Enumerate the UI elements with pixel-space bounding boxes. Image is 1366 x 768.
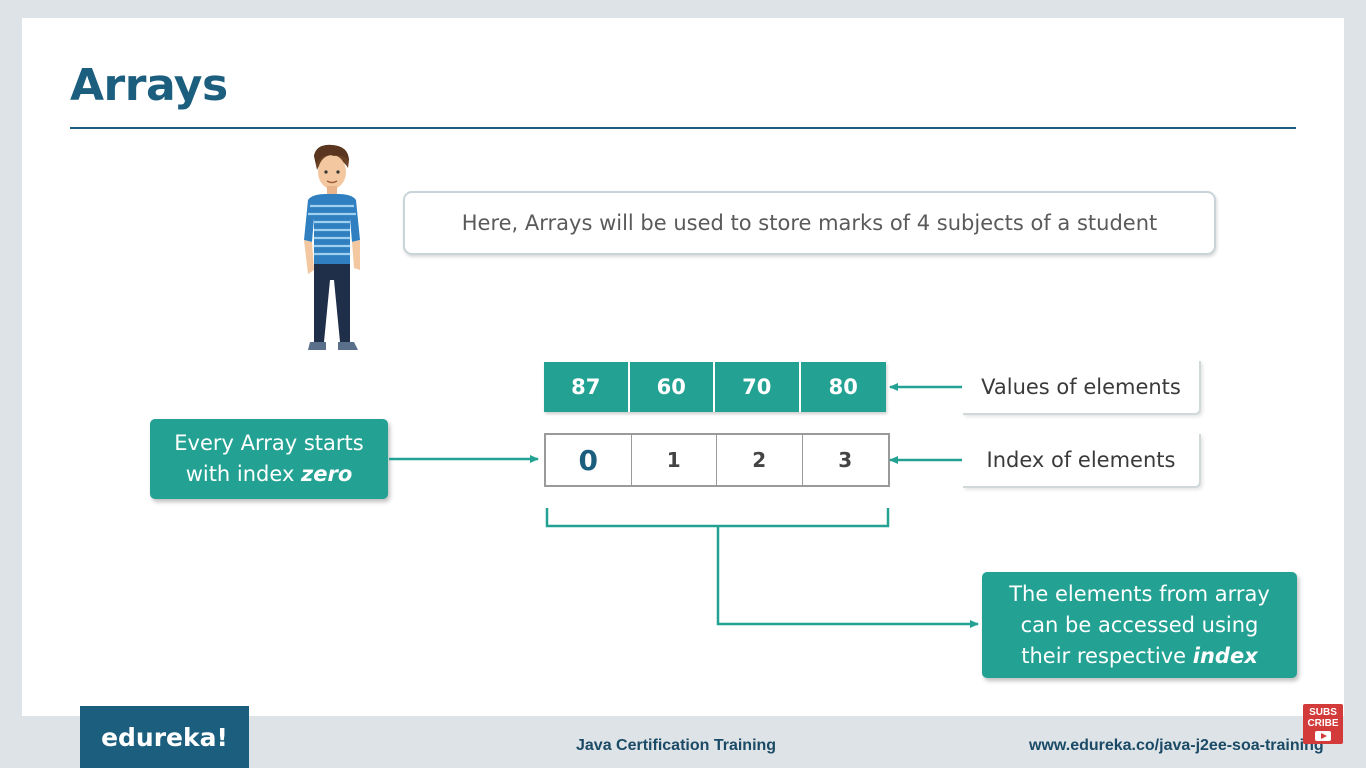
access-by-index-callout: The elements from array can be accessed … [982,572,1297,678]
edureka-logo: edureka! [80,706,249,768]
slide-title: Arrays [70,60,228,111]
callout-text: their respective [1021,643,1193,668]
student-figure-illustration [304,144,360,350]
array-value-cell: 80 [800,362,886,412]
speech-bubble: Here, Arrays will be used to store marks… [403,191,1216,255]
title-underline [70,127,1296,129]
array-index-cell: 1 [632,435,717,485]
course-url[interactable]: www.edureka.co/java-j2ee-soa-training [1029,737,1324,755]
values-label: Values of elements [963,361,1201,415]
array-value-cell: 87 [544,362,630,412]
array-index-cell: 0 [546,435,632,485]
course-name: Java Certification Training [576,737,777,754]
callout-line: Every Array starts [174,431,364,455]
callout-emphasis: index [1192,643,1258,668]
callout-line: their respective index [1021,641,1258,672]
array-values-row: 87 60 70 80 [544,362,886,412]
subscribe-text: CRIBE [1307,718,1339,729]
array-index-row: 0 1 2 3 [544,433,890,487]
array-value-cell: 60 [629,362,715,412]
callout-line: The elements from array [1009,581,1270,606]
array-index-cell: 2 [717,435,803,485]
index-label: Index of elements [963,434,1201,488]
callout-text: with index [185,462,302,486]
array-value-cell: 70 [715,362,801,412]
callout-line: can be accessed using [1020,612,1259,637]
index-zero-callout: Every Array starts with index zero [150,419,388,499]
subscribe-button[interactable]: SUBS CRIBE [1303,704,1343,744]
callout-line: with index zero [186,459,353,490]
subscribe-text: SUBS [1309,707,1337,718]
array-index-cell: 3 [838,448,853,472]
callout-emphasis: zero [301,462,353,486]
play-icon [1315,731,1331,741]
